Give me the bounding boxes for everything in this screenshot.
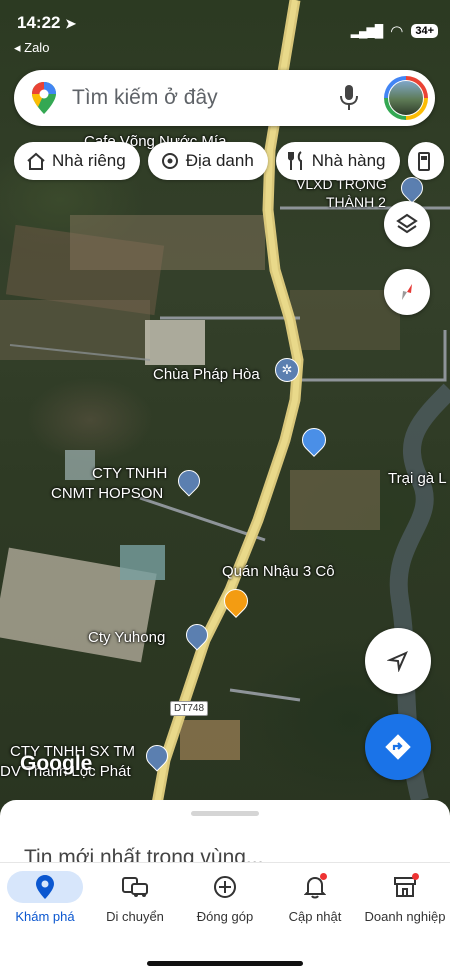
search-bar[interactable]: Tìm kiếm ở đây: [14, 70, 435, 126]
restaurant-icon: [287, 151, 302, 170]
compass-icon: [402, 284, 412, 300]
home-icon: [27, 152, 45, 170]
nav-business-label: Doanh nghiệp: [364, 909, 446, 924]
signal-icon: ▂▄▆█: [350, 24, 383, 38]
label-farm[interactable]: Trại gà L: [388, 470, 447, 487]
wifi-icon: ◠: [390, 23, 404, 40]
search-input[interactable]: Tìm kiếm ở đây: [72, 86, 218, 110]
nav-commute-label: Di chuyển: [106, 909, 164, 924]
nav-updates-label: Cập nhật: [288, 909, 342, 924]
chip-home[interactable]: Nhà riêng: [14, 142, 140, 180]
commute-icon: [122, 877, 148, 897]
gas-station-icon: [417, 152, 430, 171]
business-dot: [412, 873, 419, 880]
nav-commute[interactable]: Di chuyển: [90, 871, 180, 924]
bottom-nav: Khám phá Di chuyển Đóng góp Cập nhật Doa…: [0, 862, 450, 943]
contribute-plus-icon: [214, 876, 236, 898]
compass-button[interactable]: [384, 269, 430, 315]
label-cty-hopson-line2[interactable]: CNMT HOPSON: [51, 485, 163, 502]
location-arrow-icon: ➤: [65, 16, 77, 31]
pagoda-pin[interactable]: ✲: [275, 358, 299, 382]
directions-icon: [385, 734, 411, 760]
home-indicator: [147, 961, 303, 966]
microphone-icon[interactable]: [340, 85, 358, 111]
explore-pin-icon: [36, 875, 54, 899]
nav-updates[interactable]: Cập nhật: [270, 871, 360, 924]
road-shield: DT748: [170, 701, 209, 716]
nav-contribute-label: Đóng góp: [196, 909, 254, 924]
back-to-app[interactable]: ◂ Zalo: [14, 40, 49, 56]
nav-explore-label: Khám phá: [15, 909, 75, 924]
my-location-button[interactable]: [365, 628, 431, 694]
layers-icon: [396, 213, 418, 234]
label-quan-nhau[interactable]: Quán Nhậu 3 Cô: [222, 563, 335, 580]
navigation-arrow-icon: [387, 651, 408, 672]
category-chips: Nhà riêng Địa danh Nhà hàng: [14, 142, 444, 180]
label-yuhong[interactable]: Cty Yuhong: [88, 629, 165, 646]
nav-explore[interactable]: Khám phá: [0, 871, 90, 924]
label-cty-hopson[interactable]: CTY TNHH: [92, 465, 167, 482]
maps-pin-logo-icon: [32, 82, 56, 114]
nav-contribute[interactable]: Đóng góp: [180, 871, 270, 924]
chip-gas-partial[interactable]: [407, 142, 444, 180]
label-pagoda[interactable]: Chùa Pháp Hòa: [153, 366, 260, 383]
battery-icon: 34+: [411, 24, 438, 38]
status-time: 14:22 ➤: [17, 13, 77, 32]
google-watermark: Google: [20, 752, 93, 775]
chip-landmark-label: Địa danh: [185, 151, 254, 170]
label-vlxd-line2[interactable]: THÀNH 2: [326, 194, 386, 211]
sheet-handle[interactable]: [191, 811, 259, 816]
status-icons: ▂▄▆█ ◠ 34+: [351, 22, 438, 40]
directions-button[interactable]: [365, 714, 431, 780]
avatar[interactable]: [384, 76, 428, 120]
layers-button[interactable]: [384, 201, 430, 247]
nav-business[interactable]: Doanh nghiệp: [360, 871, 450, 924]
chip-landmark[interactable]: Địa danh: [147, 142, 268, 180]
chip-restaurant-label: Nhà hàng: [311, 151, 386, 170]
landmark-icon: [161, 153, 178, 169]
chip-restaurant[interactable]: Nhà hàng: [275, 142, 400, 180]
status-bar: 14:22 ➤ ◂ Zalo ▂▄▆█ ◠ 34+: [0, 0, 450, 60]
chip-home-label: Nhà riêng: [52, 151, 126, 170]
updates-dot: [320, 873, 327, 880]
